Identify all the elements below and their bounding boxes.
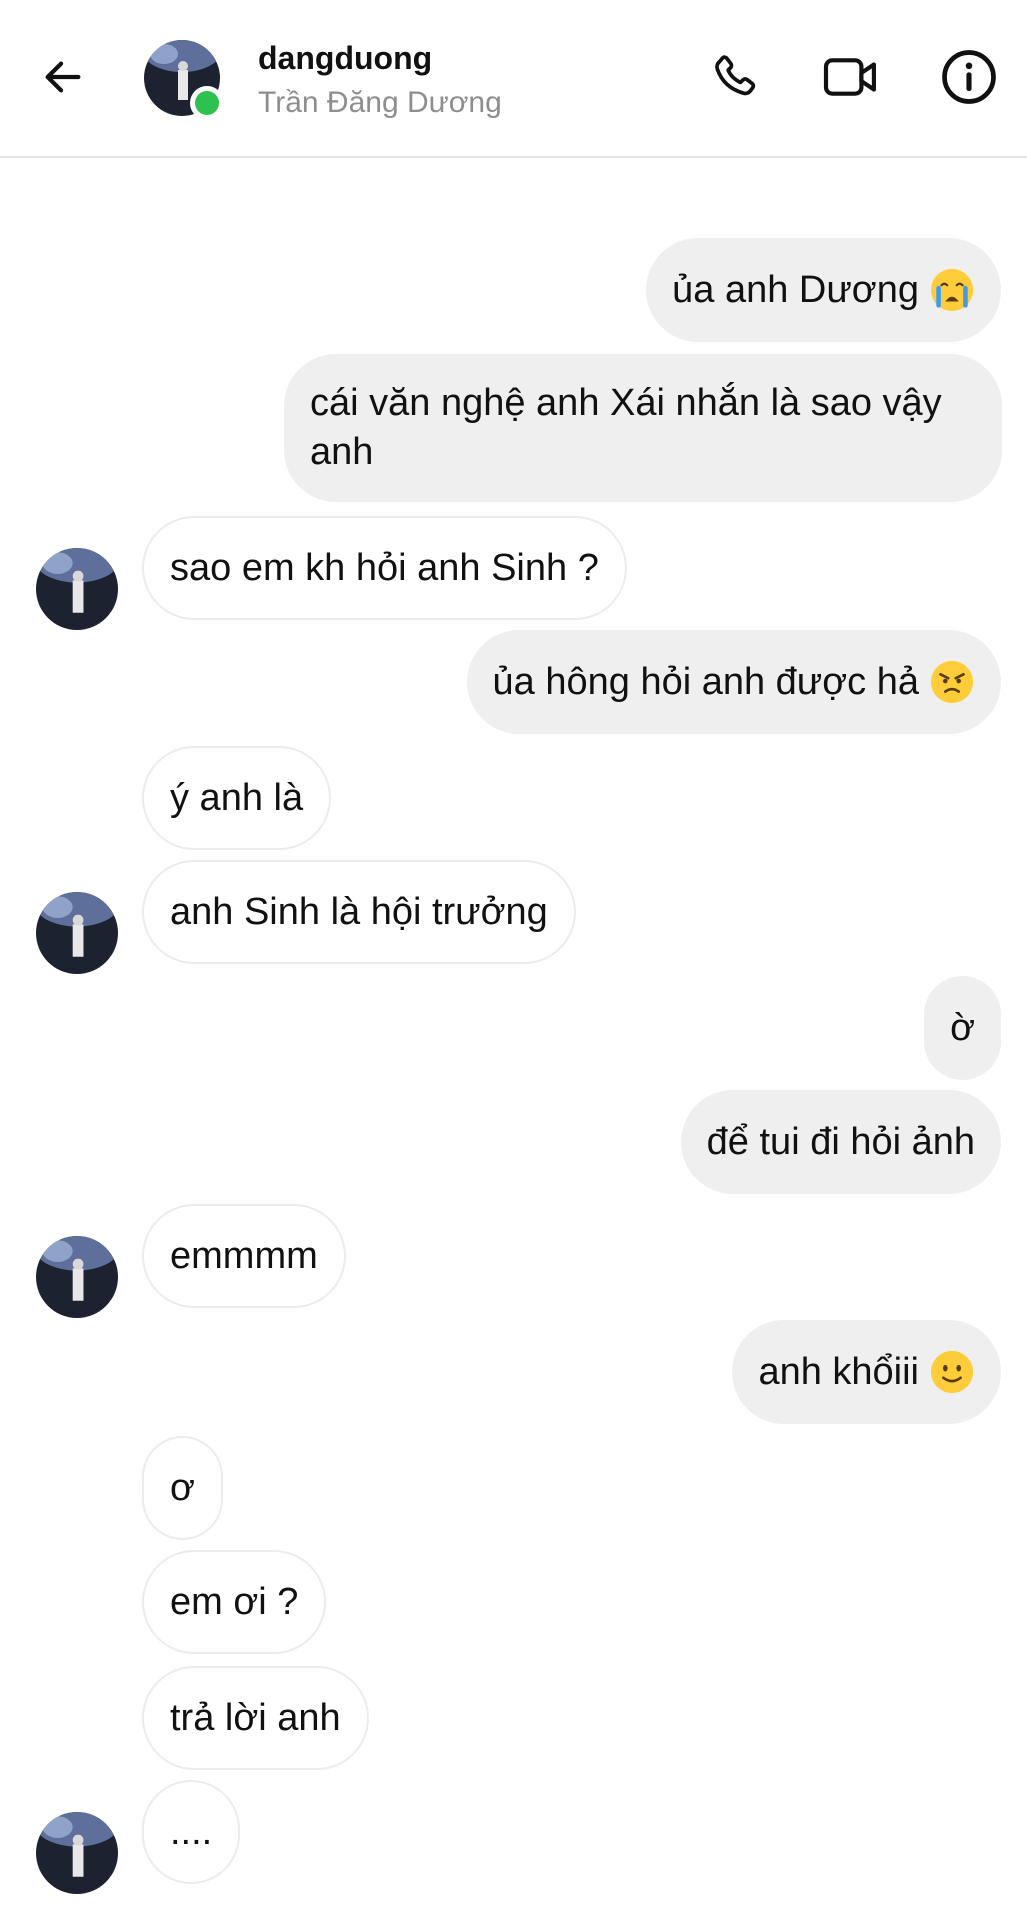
angry-face-icon (930, 660, 974, 704)
chat-header: dangduong Trần Đăng Dương (0, 0, 1027, 158)
arrow-left-icon (45, 61, 81, 93)
outgoing-message[interactable]: để tui đi hỏi ảnh (680, 1090, 1001, 1194)
crying-face-icon (930, 268, 974, 312)
incoming-message[interactable]: ơ (142, 1436, 223, 1540)
outgoing-message[interactable]: ờ (924, 976, 1001, 1080)
incoming-message[interactable]: sao em kh hỏi anh Sinh ? (142, 516, 627, 620)
contact-avatar-small[interactable] (36, 892, 118, 974)
video-call-button[interactable] (820, 46, 882, 108)
audio-call-button[interactable] (703, 46, 765, 108)
incoming-message[interactable]: anh Sinh là hội trưởng (142, 860, 576, 964)
contact-avatar-small[interactable] (36, 1812, 118, 1894)
phone-icon (715, 55, 756, 96)
contact-fullname: Trần Đăng Dương (258, 86, 502, 119)
conversation-info-button[interactable] (938, 46, 1000, 108)
outgoing-message[interactable]: ủa anh Dương (646, 238, 1001, 342)
outgoing-message[interactable]: cái văn nghệ anh Xái nhắn là sao vậy anh (284, 354, 1002, 502)
message-thread[interactable]: ủa anh Dương cái văn nghệ anh Xái nhắn l… (0, 158, 1027, 1920)
incoming-message[interactable]: trả lời anh (142, 1666, 369, 1770)
contact-avatar-small[interactable] (36, 548, 118, 630)
contact-avatar-small[interactable] (36, 1236, 118, 1318)
slight-smile-icon (930, 1350, 974, 1394)
incoming-message[interactable]: .... (142, 1780, 241, 1884)
chat-screen: dangduong Trần Đăng Dương ủa anh Dương c… (0, 0, 1027, 1920)
outgoing-message[interactable]: anh khổiii (732, 1320, 1001, 1424)
outgoing-message[interactable]: ủa hông hỏi anh được hả (466, 630, 1001, 734)
back-button[interactable] (32, 46, 94, 108)
video-camera-icon (823, 58, 877, 96)
info-icon (942, 50, 996, 104)
contact-username[interactable]: dangduong (258, 40, 432, 77)
incoming-message[interactable]: em ơi ? (142, 1550, 327, 1654)
online-status-dot (190, 86, 224, 120)
incoming-message[interactable]: ý anh là (142, 746, 332, 850)
incoming-message[interactable]: emmmm (142, 1204, 346, 1308)
